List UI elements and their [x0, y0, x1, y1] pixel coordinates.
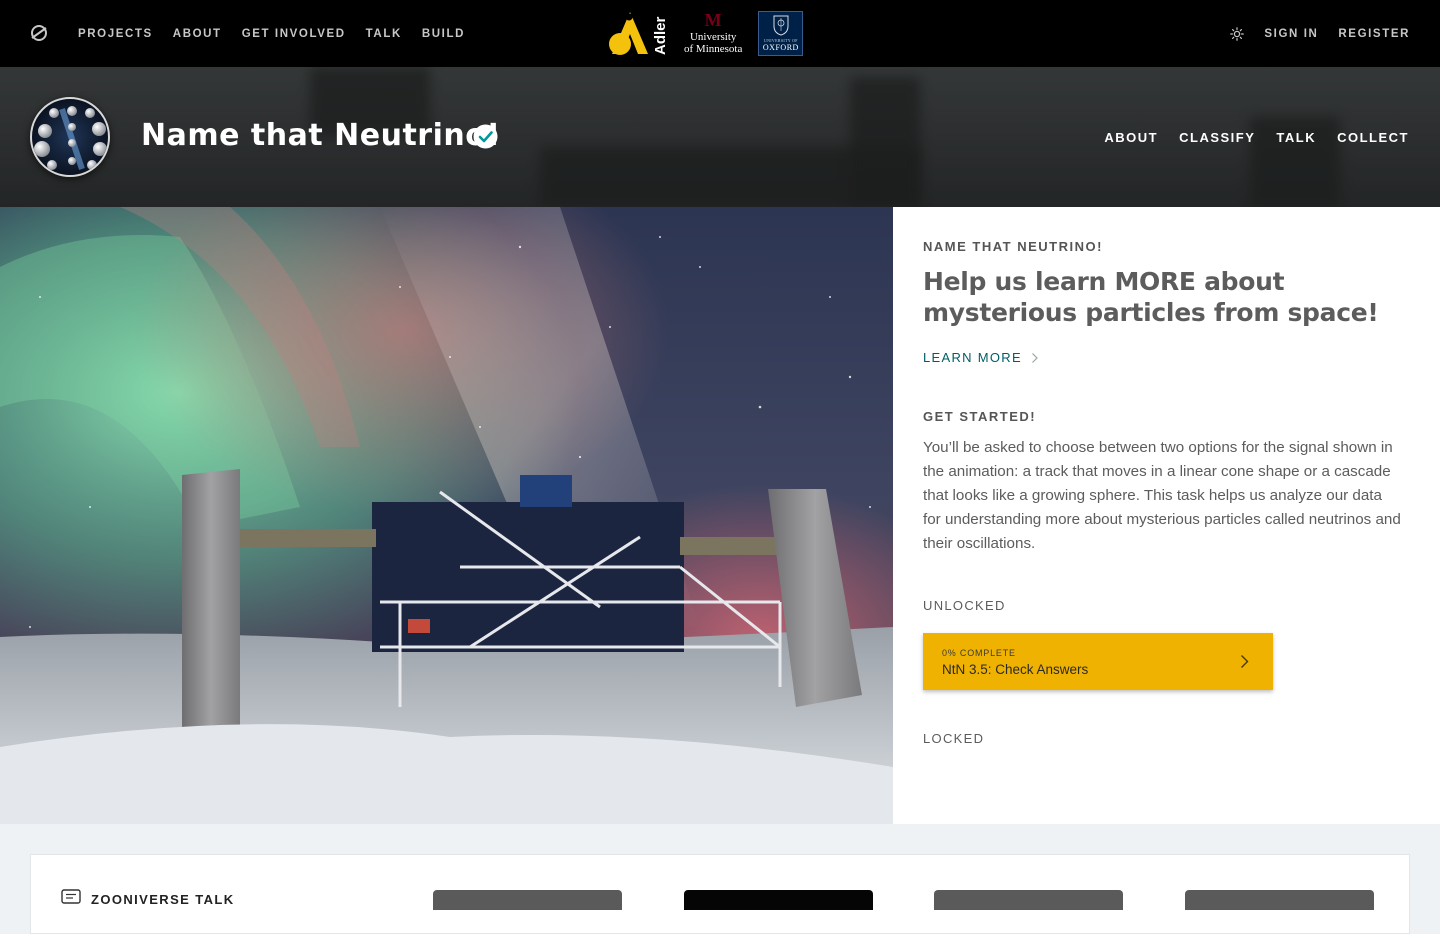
- sign-in-link[interactable]: SIGN IN: [1264, 28, 1318, 40]
- verified-badge-icon: [473, 124, 498, 149]
- talk-thumbnail[interactable]: [1185, 890, 1374, 910]
- learn-more-link[interactable]: LEARN MORE: [923, 350, 1039, 365]
- hero-image: [0, 207, 893, 824]
- site-header: PROJECTS ABOUT GET INVOLVED TALK BUILD A…: [0, 0, 1440, 67]
- register-link[interactable]: REGISTER: [1338, 28, 1410, 40]
- umn-line2: of Minnesota: [684, 43, 743, 55]
- project-nav-about[interactable]: ABOUT: [1104, 130, 1158, 145]
- adler-mark-icon: [609, 12, 648, 55]
- project-nav: ABOUT CLASSIFY TALK COLLECT: [1104, 67, 1409, 207]
- oxford-logo: UNIVERSITY OF OXFORD: [758, 10, 804, 56]
- umn-logo: M University of Minnesota: [684, 11, 742, 55]
- project-avatar[interactable]: [30, 97, 110, 177]
- sun-icon[interactable]: [1230, 26, 1245, 41]
- nav-projects[interactable]: PROJECTS: [78, 28, 153, 40]
- partner-logos: Adler M University of Minnesota UNIVERSI…: [608, 9, 804, 57]
- nav-about[interactable]: ABOUT: [173, 28, 222, 40]
- talk-thumbnail[interactable]: [934, 890, 1123, 910]
- umn-line1: University: [689, 31, 737, 43]
- chevron-right-icon: [1032, 352, 1038, 363]
- talk-section: ZOONIVERSE TALK: [30, 854, 1410, 934]
- intro-description: You’ll be asked to choose between two op…: [923, 439, 1401, 552]
- zooniverse-logo-icon[interactable]: [29, 23, 49, 43]
- intro-kicker: NAME THAT NEUTRINO!: [923, 239, 1103, 254]
- oxford-crest-icon: [773, 15, 789, 36]
- project-nav-classify[interactable]: CLASSIFY: [1179, 130, 1255, 145]
- workflow-button[interactable]: 0% COMPLETE NtN 3.5: Check Answers: [923, 633, 1273, 690]
- workflow-progress: 0% COMPLETE: [942, 648, 1016, 658]
- project-title: Name that Neutrino!: [141, 118, 501, 153]
- project-nav-collect[interactable]: COLLECT: [1337, 130, 1409, 145]
- adler-logo: Adler: [608, 10, 669, 56]
- nav-get-involved[interactable]: GET INVOLVED: [242, 28, 346, 40]
- account-nav: SIGN IN REGISTER: [1230, 0, 1410, 67]
- adler-wordmark: Adler: [652, 16, 669, 55]
- talk-bubble-icon: [61, 889, 81, 904]
- talk-thumbnail[interactable]: [684, 890, 873, 910]
- nav-talk[interactable]: TALK: [366, 28, 402, 40]
- talk-thumbnail[interactable]: [433, 890, 622, 910]
- locked-label: LOCKED: [923, 731, 985, 746]
- icecube-lab-aurora-image: [0, 207, 893, 824]
- get-started-heading: GET STARTED!: [923, 409, 1037, 424]
- chevron-right-icon: [1241, 655, 1249, 668]
- workflow-name: NtN 3.5: Check Answers: [942, 662, 1089, 677]
- learn-more-label: LEARN MORE: [923, 350, 1022, 365]
- project-intro-panel: NAME THAT NEUTRINO! Help us learn MORE a…: [893, 207, 1440, 824]
- site-nav: PROJECTS ABOUT GET INVOLVED TALK BUILD: [78, 0, 465, 67]
- unlocked-label: UNLOCKED: [923, 598, 1006, 613]
- oxford-big-text: OXFORD: [762, 42, 799, 52]
- project-nav-talk[interactable]: TALK: [1276, 130, 1316, 145]
- project-header: Name that Neutrino! ABOUT CLASSIFY TALK …: [0, 67, 1440, 207]
- intro-headline: Help us learn MORE about mysterious part…: [923, 267, 1379, 327]
- nav-build[interactable]: BUILD: [422, 28, 465, 40]
- umn-m-icon: M: [704, 10, 722, 30]
